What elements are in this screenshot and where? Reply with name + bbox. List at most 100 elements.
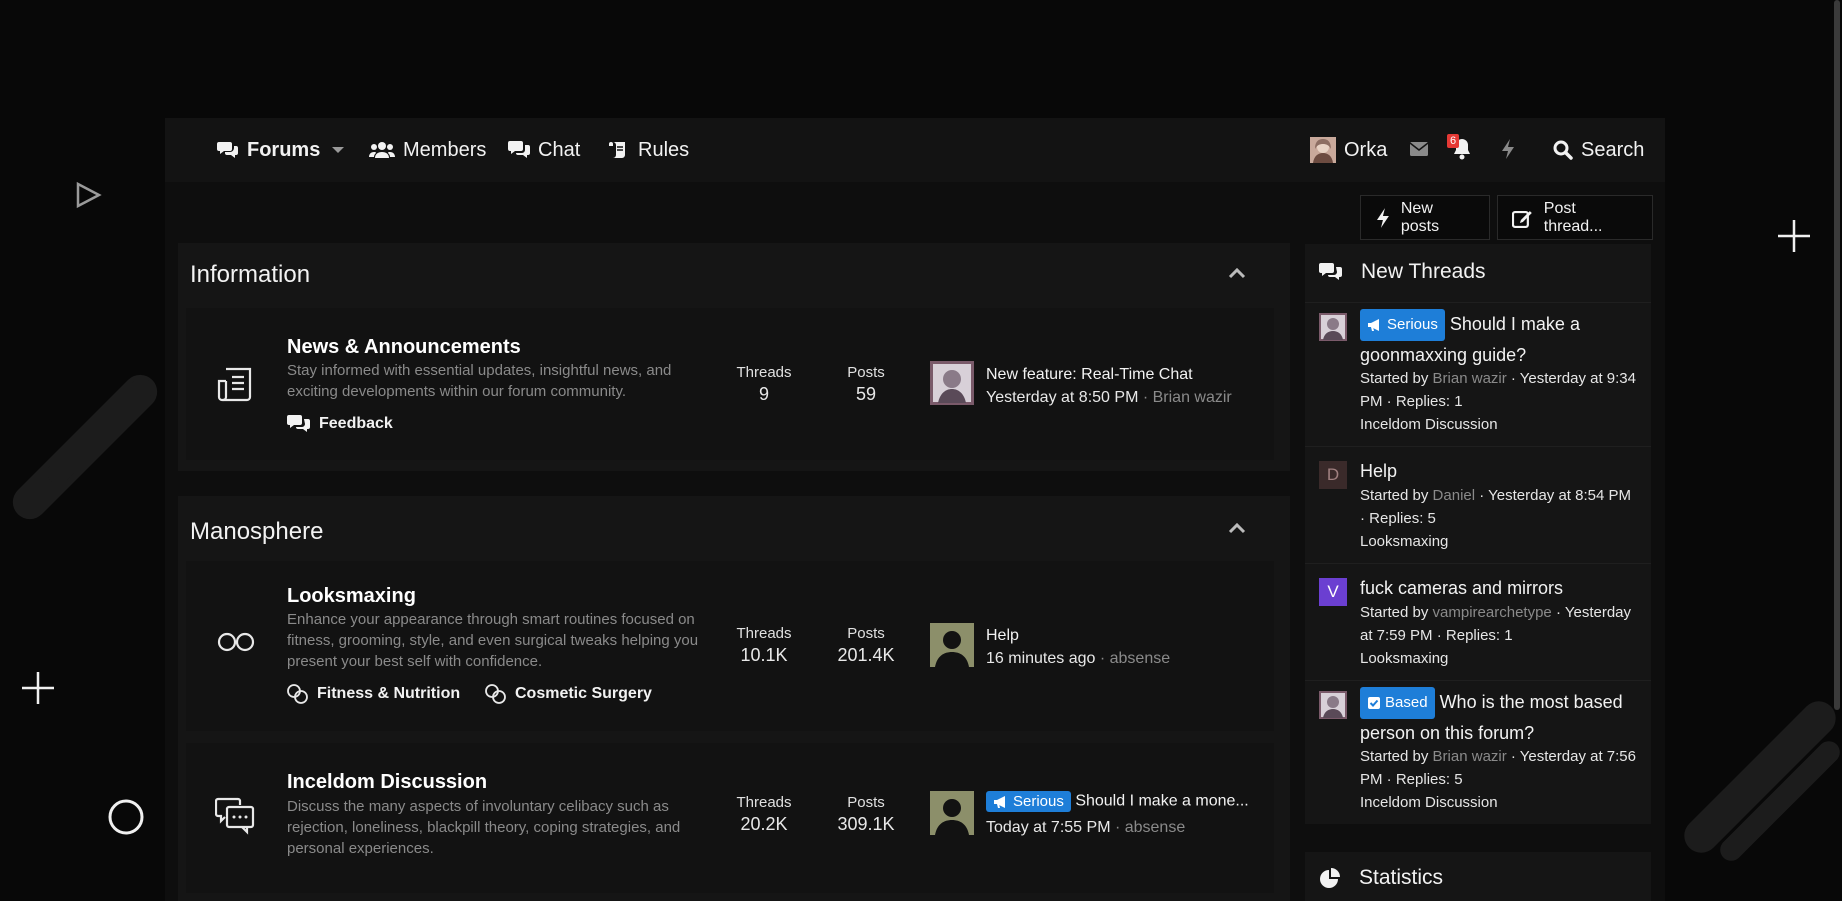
threads-count: 10.1K <box>740 645 788 665</box>
megaphone-icon <box>994 795 1005 808</box>
newspaper-icon <box>217 367 252 402</box>
top-navbar: Forums Members Chat Rules Orka 6 Search <box>165 118 1665 182</box>
last-post-title[interactable]: Serious Should I make a mone... <box>986 791 1249 812</box>
posts-count: 201.4K <box>837 645 895 665</box>
scrollbar[interactable] <box>1834 0 1840 710</box>
forum-title[interactable]: News & Announcements <box>287 336 521 359</box>
forum-node[interactable]: Inceldom Discussion Discuss the many asp… <box>186 743 1274 893</box>
new-posts-label: New posts <box>1400 199 1440 235</box>
last-post-user[interactable]: absense <box>1110 650 1171 667</box>
thread-item[interactable]: D Help Started by Daniel · Yesterday at … <box>1305 446 1651 564</box>
posts-stat: Posts 59 <box>826 364 906 405</box>
thread-title[interactable]: fuck cameras and mirrors <box>1360 574 1640 602</box>
last-post-time[interactable]: 16 minutes ago <box>986 650 1095 667</box>
threads-label: Threads <box>736 364 792 381</box>
thread-author[interactable]: Brian wazir <box>1433 748 1507 765</box>
avatar[interactable]: V <box>1319 578 1347 606</box>
last-post-user[interactable]: Brian wazir <box>1153 389 1232 406</box>
envelope-icon[interactable] <box>1409 141 1429 157</box>
checkbox-icon <box>1368 697 1380 709</box>
subforum-label: Fitness & Nutrition <box>317 685 461 702</box>
avatar[interactable] <box>930 791 974 835</box>
nav-members[interactable]: Members <box>369 118 486 182</box>
started-by: Started by <box>1360 748 1429 765</box>
last-post-time[interactable]: Yesterday at 8:50 PM <box>986 389 1138 406</box>
thread-meta: Started by Brian wazir · Yesterday at 7:… <box>1360 748 1636 811</box>
bolt-icon[interactable] <box>1500 138 1516 160</box>
nav-chat-label: Chat <box>538 138 581 161</box>
nav-chat[interactable]: Chat <box>508 118 580 182</box>
thread-time[interactable]: Yesterday at 8:54 PM <box>1488 487 1631 504</box>
badge-label: Serious <box>1387 316 1438 333</box>
avatar[interactable]: D <box>1319 461 1347 489</box>
avatar[interactable] <box>930 623 974 667</box>
chevron-up-icon[interactable] <box>1228 522 1246 534</box>
forum-description: Enhance your appearance through smart ro… <box>287 611 699 670</box>
avatar[interactable] <box>1319 691 1347 719</box>
thread-forum[interactable]: Looksmaxing <box>1360 650 1448 667</box>
posts-stat: Posts 201.4K <box>826 625 906 666</box>
nav-forums[interactable]: Forums <box>217 118 320 182</box>
user-menu[interactable]: Orka <box>1310 118 1387 182</box>
thread-replies: Replies: 1 <box>1445 627 1513 644</box>
posts-stat: Posts 309.1K <box>826 794 906 835</box>
last-post-time[interactable]: Today at 7:55 PM <box>986 819 1111 836</box>
thread-title[interactable]: Based Who is the most based person on th… <box>1360 687 1640 747</box>
thread-item[interactable]: Based Who is the most based person on th… <box>1305 680 1651 825</box>
threads-label: Threads <box>736 625 792 642</box>
widget-header: Statistics <box>1319 866 1443 890</box>
thread-item[interactable]: V fuck cameras and mirrors Started by va… <box>1305 563 1651 681</box>
serious-badge: Serious <box>1360 309 1445 341</box>
subforum-link[interactable]: Fitness & Nutrition <box>287 684 460 704</box>
circle-decoration-icon <box>108 799 144 835</box>
nav-search[interactable]: Search <box>1553 118 1644 182</box>
forum-node[interactable]: News & Announcements Stay informed with … <box>186 308 1274 460</box>
chevron-down-icon[interactable] <box>331 145 345 155</box>
thread-forum[interactable]: Looksmaxing <box>1360 533 1448 550</box>
threads-count: 20.2K <box>740 814 788 834</box>
post-thread-button[interactable]: Post thread... <box>1497 195 1653 240</box>
subforum-label: Cosmetic Surgery <box>515 685 652 702</box>
edit-icon <box>1512 210 1532 228</box>
thread-author[interactable]: Daniel <box>1433 487 1476 504</box>
nav-rules[interactable]: Rules <box>608 118 689 182</box>
subforum-link[interactable]: Cosmetic Surgery <box>485 684 652 704</box>
new-posts-button[interactable]: New posts <box>1360 195 1490 240</box>
last-post-user[interactable]: absense <box>1125 819 1186 836</box>
subforum-icon <box>485 684 506 704</box>
thread-author[interactable]: vampirearchetype <box>1433 604 1552 621</box>
thread-title[interactable]: Serious Should I make a goonmaxxing guid… <box>1360 309 1640 369</box>
thread-forum[interactable]: Inceldom Discussion <box>1360 794 1498 811</box>
chevron-up-icon[interactable] <box>1228 267 1246 279</box>
forum-description: Stay informed with essential updates, in… <box>287 362 672 400</box>
thread-item[interactable]: Serious Should I make a goonmaxxing guid… <box>1305 302 1651 447</box>
megaphone-icon <box>1368 319 1379 331</box>
threads-label: Threads <box>736 794 792 811</box>
thread-meta: Started by vampirearchetype · Yesterday … <box>1360 604 1632 667</box>
category-title: Manosphere <box>190 518 324 545</box>
thread-author[interactable]: Brian wazir <box>1433 370 1507 387</box>
avatar[interactable] <box>930 361 974 405</box>
forum-title[interactable]: Inceldom Discussion <box>287 771 487 794</box>
forum-title[interactable]: Looksmaxing <box>287 585 416 608</box>
last-post-title[interactable]: Help <box>986 627 1019 645</box>
thread-title[interactable]: Help <box>1360 457 1640 485</box>
posts-label: Posts <box>847 364 885 381</box>
plus-decoration-icon <box>22 672 54 704</box>
widget-title: Statistics <box>1359 866 1444 889</box>
avatar[interactable] <box>1319 313 1347 341</box>
alerts-button[interactable]: 6 <box>1447 134 1477 164</box>
last-post-title[interactable]: New feature: Real-Time Chat <box>986 366 1193 384</box>
started-by: Started by <box>1360 370 1429 387</box>
threads-count: 9 <box>758 384 769 404</box>
thread-replies: Replies: 5 <box>1395 771 1463 788</box>
forum-node[interactable]: Looksmaxing Enhance your appearance thro… <box>186 561 1274 731</box>
subforum-link[interactable]: Feedback <box>287 414 393 434</box>
thread-forum[interactable]: Inceldom Discussion <box>1360 416 1498 433</box>
thread-replies: Replies: 5 <box>1369 510 1436 527</box>
avatar-letter: V <box>1327 582 1339 601</box>
nav-rules-label: Rules <box>638 138 690 161</box>
nav-members-label: Members <box>403 138 487 161</box>
alert-count-badge: 6 <box>1447 134 1460 148</box>
subforum-icon <box>287 684 308 704</box>
